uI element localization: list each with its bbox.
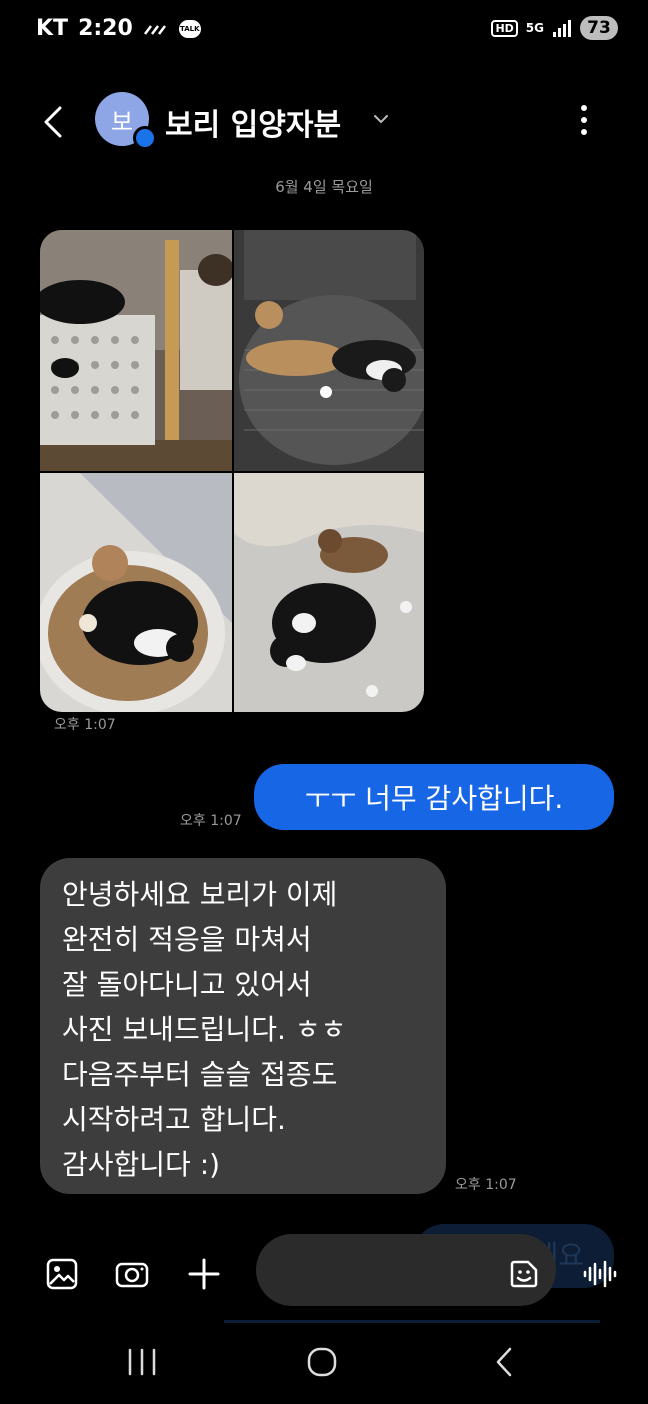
status-left: KT 2:20 TALK bbox=[36, 16, 201, 41]
received-message-time: 오후 1:07 bbox=[455, 1177, 517, 1193]
battery-icon: 73 bbox=[580, 16, 618, 40]
gallery-button[interactable] bbox=[44, 1256, 80, 1292]
recent-apps-button[interactable] bbox=[124, 1344, 160, 1380]
sent-message-time: 오후 1:07 bbox=[180, 813, 242, 829]
contact-name[interactable]: 보리 입양자분 bbox=[165, 100, 341, 144]
conversation-header: 보 보리 입양자분 bbox=[0, 86, 648, 156]
hd-voice-icon: HD bbox=[491, 19, 518, 37]
photo-grid-message[interactable] bbox=[40, 230, 424, 712]
chevron-down-icon[interactable] bbox=[372, 110, 390, 128]
emoji-sticker-button[interactable] bbox=[508, 1258, 540, 1290]
clock: 2:20 bbox=[78, 16, 133, 41]
date-separator: 6월 4일 목요일 bbox=[275, 178, 373, 196]
wifi-calling-icon bbox=[143, 24, 166, 35]
cat-in-basket-photo[interactable] bbox=[40, 230, 232, 471]
more-options-button[interactable] bbox=[572, 102, 596, 138]
cats-in-scratcher-bed-photo[interactable] bbox=[40, 473, 232, 712]
network-type: 5G bbox=[525, 21, 544, 35]
back-button[interactable] bbox=[38, 104, 68, 140]
voice-record-icon[interactable] bbox=[582, 1258, 618, 1290]
signal-icon bbox=[553, 20, 571, 37]
chat-badge-icon bbox=[133, 126, 157, 150]
photo-message-time: 오후 1:07 bbox=[54, 717, 116, 733]
home-button[interactable] bbox=[304, 1344, 340, 1380]
avatar-initial: 보 bbox=[110, 107, 134, 136]
camera-button[interactable] bbox=[114, 1256, 150, 1292]
input-divider bbox=[224, 1320, 600, 1323]
status-right: HD 5G 73 bbox=[491, 16, 618, 40]
kittens-on-chair-photo[interactable] bbox=[234, 230, 424, 471]
cats-on-bed-photo[interactable] bbox=[234, 473, 424, 712]
received-message-bubble[interactable]: 안녕하세요 보리가 이제 완전히 적응을 마쳐서 잘 돌아다니고 있어서 사진 … bbox=[40, 858, 446, 1194]
sent-message-bubble[interactable]: ㅜㅜ 너무 감사합니다. bbox=[254, 764, 614, 830]
kakaotalk-icon: TALK bbox=[178, 19, 201, 38]
nav-back-button[interactable] bbox=[488, 1344, 524, 1380]
carrier-label: KT bbox=[36, 16, 69, 41]
add-attachment-button[interactable] bbox=[186, 1256, 222, 1292]
status-bar: KT 2:20 TALK HD 5G 73 bbox=[0, 0, 648, 62]
